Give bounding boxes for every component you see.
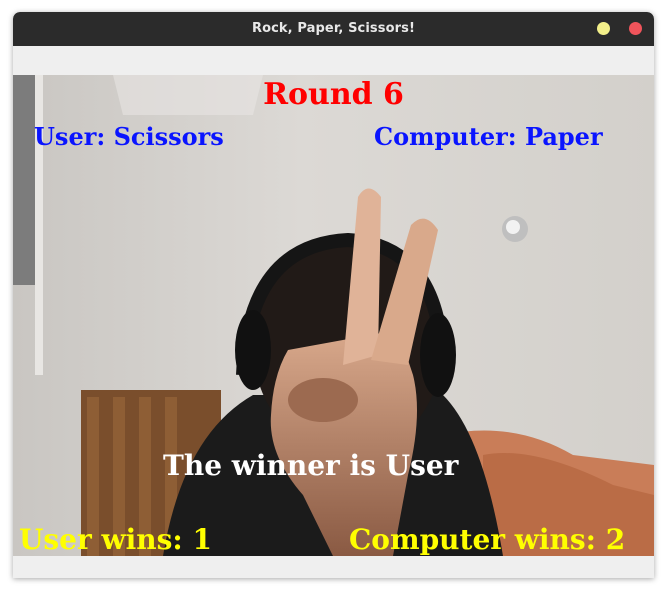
minimize-icon[interactable] (597, 22, 610, 35)
winner-label: The winner is User (163, 449, 459, 482)
close-icon[interactable] (629, 22, 642, 35)
window-title: Rock, Paper, Scissors! (251, 21, 415, 36)
top-strip (13, 46, 654, 75)
round-label: Round 6 (263, 77, 404, 112)
user-choice-label: User: Scissors (34, 122, 224, 151)
camera-feed: Round 6 User: Scissors Computer: Paper T… (13, 75, 654, 556)
bottom-strip (13, 556, 654, 578)
computer-choice-label: Computer: Paper (374, 122, 603, 151)
app-window: Rock, Paper, Scissors! Round 6 User: Sci… (13, 12, 654, 578)
user-wins-label: User wins: 1 (19, 523, 212, 556)
computer-wins-label: Computer wins: 2 (349, 523, 626, 556)
title-bar[interactable]: Rock, Paper, Scissors! (13, 12, 654, 46)
